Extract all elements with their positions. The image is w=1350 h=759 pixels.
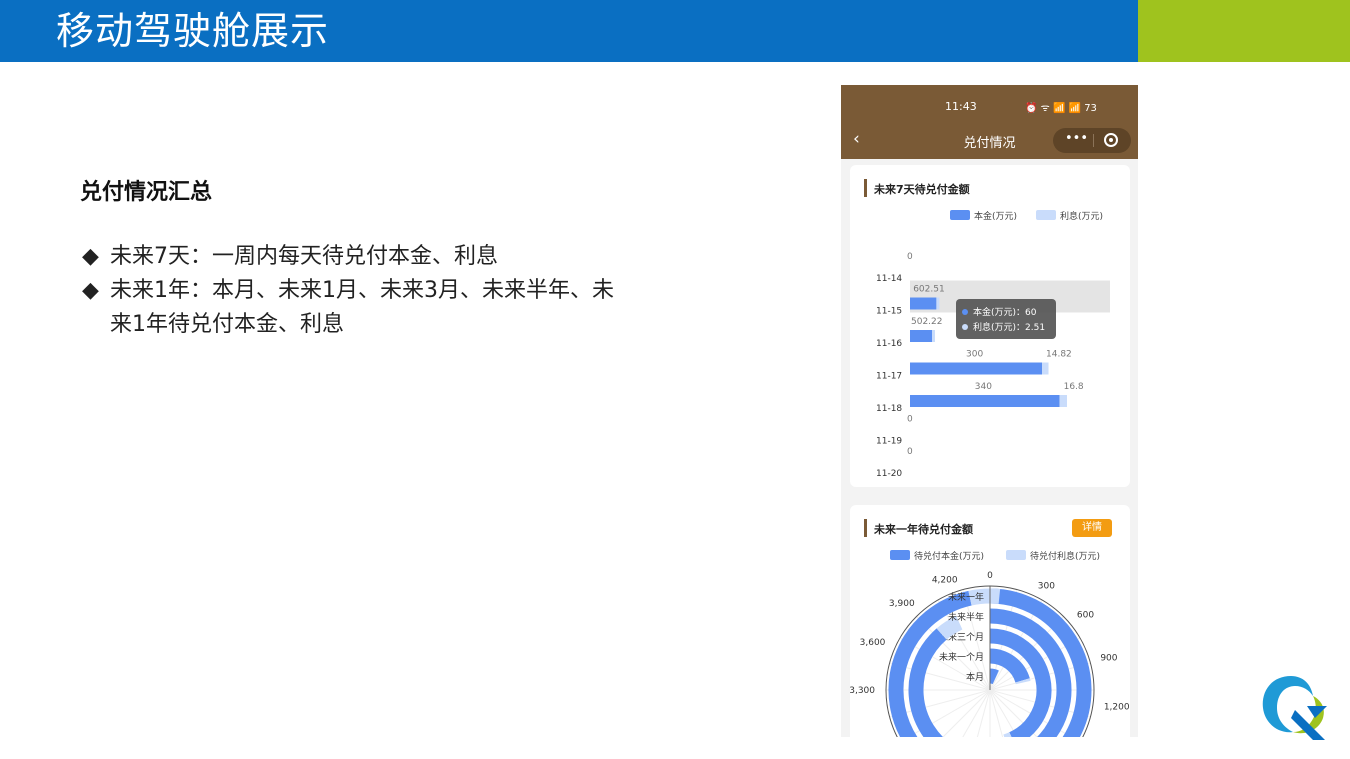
tooltip-dot [962,324,968,330]
data-label: 0 [907,415,913,425]
category-label: 11-15 [876,307,902,317]
phone-header: 11:43 ⏰ ᯤ 📶 📶 73 ‹ 兑付情况 ••• [841,85,1138,159]
data-label: 340 [975,382,992,392]
data-label: 602.51 [913,285,945,295]
tick-label: 0 [987,571,993,581]
card-1-year: 未来一年待兑付金额 详情 待兑付本金(万元) 待兑付利息(万元) 本月 未来一个月… [850,505,1130,737]
bullet-continuation: 来1年待兑付本金、利息 [110,312,344,337]
category-label: 未来半年 [948,611,984,623]
more-icon[interactable]: ••• [1065,131,1088,146]
data-label: 16.8 [1064,382,1084,392]
slide-title-bar: 移动驾驶舱展示 [0,0,1138,62]
polar-chart-1-year: 本月未来一个月未来三个月未来半年未来一年03006009001,2003,300… [850,571,1130,737]
status-time: 11:43 [945,100,977,113]
tick-label: 4,200 [932,576,958,586]
category-label: 未来一个月 [939,651,984,663]
bar-principal [910,297,937,310]
data-label: 0 [907,447,913,457]
bar-interest [932,330,935,342]
data-label: 0 [907,252,913,262]
tooltip-dot [962,309,968,315]
bar-interest [936,615,963,640]
tooltip-principal: 本金(万元)：60 [973,306,1037,318]
bullet-item: ◆ 未来1年：本月、未来1月、未来3月、未来半年、未 [82,274,614,308]
data-label: 300 [966,350,983,360]
category-label: 11-20 [876,469,902,479]
tick-label: 300 [1038,581,1055,591]
bullet-text: 未来1年：本月、未来1月、未来3月、未来半年、未 [110,278,614,303]
tooltip-box [956,299,1056,339]
tooltip-interest: 利息(万元)：2.51 [973,321,1045,333]
phone-screen: 11:43 ⏰ ᯤ 📶 📶 73 ‹ 兑付情况 ••• 未来7天待兑付金额 本金… [841,85,1138,737]
category-label: 本月 [966,671,984,683]
category-label: 11-16 [876,339,902,349]
card-7-days: 未来7天待兑付金额 本金(万元) 利息(万元) 11-14 0 11-15 602.5… [850,165,1130,487]
bar-chart-7-days: 11-14 0 11-15 602.51 11-16 502.22 11-17 300 14.8… [876,252,1110,479]
category-label: 11-18 [876,404,902,414]
mini-program-capsule: ••• [1053,128,1131,153]
tick-label: 600 [1077,611,1094,621]
data-label: 502.22 [911,317,943,327]
diamond-bullet-icon: ◆ [82,244,99,269]
status-icons: ⏰ ᯤ 📶 📶 73 [1025,103,1097,114]
bar-principal [910,330,932,342]
bullet-text: 未来7天：一周内每天待兑付本金、利息 [110,244,498,269]
company-logo-icon [1262,676,1327,740]
data-label: 14.82 [1046,350,1072,360]
bar-interest [1059,395,1067,407]
tick-label: 3,900 [889,599,915,609]
bar-principal [989,668,999,685]
bar-interest [1042,362,1049,375]
bullet-item: ◆ 未来7天：一周内每天待兑付本金、利息 [82,240,498,274]
tick-label: 3,600 [860,638,886,648]
close-circle-icon[interactable] [1104,133,1118,147]
category-label: 11-19 [876,437,902,447]
tick-label: 900 [1100,654,1117,664]
bar-principal [910,362,1042,375]
accent-bar [1138,0,1350,62]
slide-title: 移动驾驶舱展示 [56,9,330,53]
bar-interest [1015,678,1031,685]
category-label: 11-17 [876,372,902,382]
tick-label: 1,200 [1104,702,1130,712]
bar-principal [910,395,1060,407]
diamond-bullet-icon: ◆ [82,278,99,303]
section-heading: 兑付情况汇总 [80,180,213,205]
bar-interest [936,297,940,310]
category-label: 11-14 [876,274,902,284]
tick-label: 3,300 [850,686,875,696]
tooltip: 本金(万元)：60 利息(万元)：2.51 [956,299,1056,339]
